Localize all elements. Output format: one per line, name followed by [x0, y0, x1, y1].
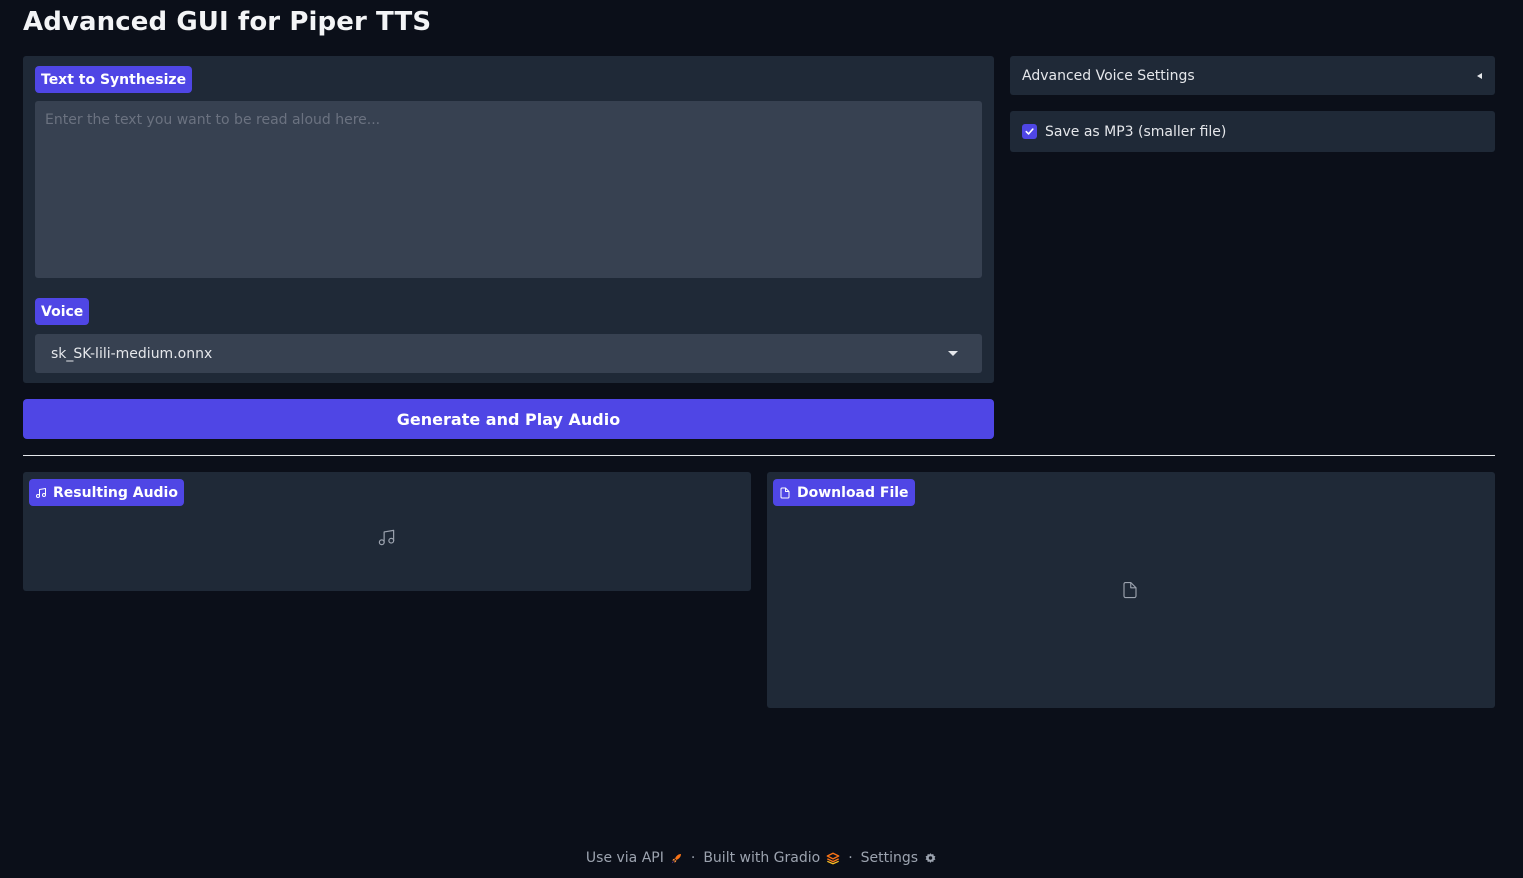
use-via-api-link[interactable]: Use via API: [586, 850, 683, 866]
file-icon: [780, 487, 790, 498]
file-output-label: Download File: [773, 479, 915, 506]
footer: Use via API · Built with Gradio · Settin…: [0, 847, 1523, 869]
save-mp3-option: Save as MP3 (smaller file): [1010, 111, 1495, 152]
text-input-placeholder: Enter the text you want to be read aloud…: [45, 112, 381, 128]
input-panel: Text to Synthesize Enter the text you wa…: [23, 56, 994, 383]
gear-icon: [925, 852, 936, 863]
file-icon: [1123, 581, 1137, 599]
audio-output-label-text: Resulting Audio: [53, 484, 178, 501]
collapse-arrow-icon: [1477, 72, 1482, 79]
text-input-label: Text to Synthesize: [35, 66, 193, 93]
music-note-icon: [378, 529, 394, 545]
audio-placeholder: [376, 527, 396, 547]
advanced-settings-label: Advanced Voice Settings: [1022, 67, 1195, 84]
rocket-icon: [671, 853, 681, 863]
music-note-icon: [36, 487, 46, 498]
voice-selected-value: sk_SK-lili-medium.onnx: [51, 345, 213, 362]
built-with-gradio-label: Built with Gradio: [703, 850, 821, 866]
file-output-panel: Download File: [767, 472, 1495, 708]
checkmark-icon: [1025, 128, 1034, 135]
settings-label: Settings: [860, 850, 919, 866]
footer-separator: ·: [848, 850, 853, 866]
advanced-settings-accordion[interactable]: Advanced Voice Settings: [1010, 56, 1495, 95]
generate-audio-button-label: Generate and Play Audio: [396, 409, 621, 429]
voice-label: Voice: [35, 298, 90, 325]
chevron-down-icon: [948, 351, 958, 356]
settings-link[interactable]: Settings: [861, 850, 937, 866]
save-mp3-checkbox[interactable]: [1022, 124, 1037, 139]
audio-output-panel: Resulting Audio: [23, 472, 751, 591]
file-placeholder: [1120, 579, 1140, 601]
audio-output-label: Resulting Audio: [29, 479, 184, 506]
section-divider: [23, 455, 1495, 456]
file-output-label-text: Download File: [797, 484, 909, 501]
footer-separator: ·: [690, 850, 696, 866]
generate-audio-button[interactable]: Generate and Play Audio: [23, 399, 994, 439]
voice-dropdown[interactable]: sk_SK-lili-medium.onnx: [35, 334, 982, 373]
use-via-api-label: Use via API: [585, 850, 664, 866]
save-mp3-label: Save as MP3 (smaller file): [1045, 123, 1227, 140]
built-with-gradio-link[interactable]: Built with Gradio: [703, 850, 840, 866]
gradio-logo-icon: [826, 852, 840, 864]
app-root: Advanced GUI for Piper TTS Text to Synth…: [0, 0, 1523, 878]
text-input-area[interactable]: Enter the text you want to be read aloud…: [35, 101, 982, 278]
page-title: Advanced GUI for Piper TTS: [23, 7, 432, 37]
